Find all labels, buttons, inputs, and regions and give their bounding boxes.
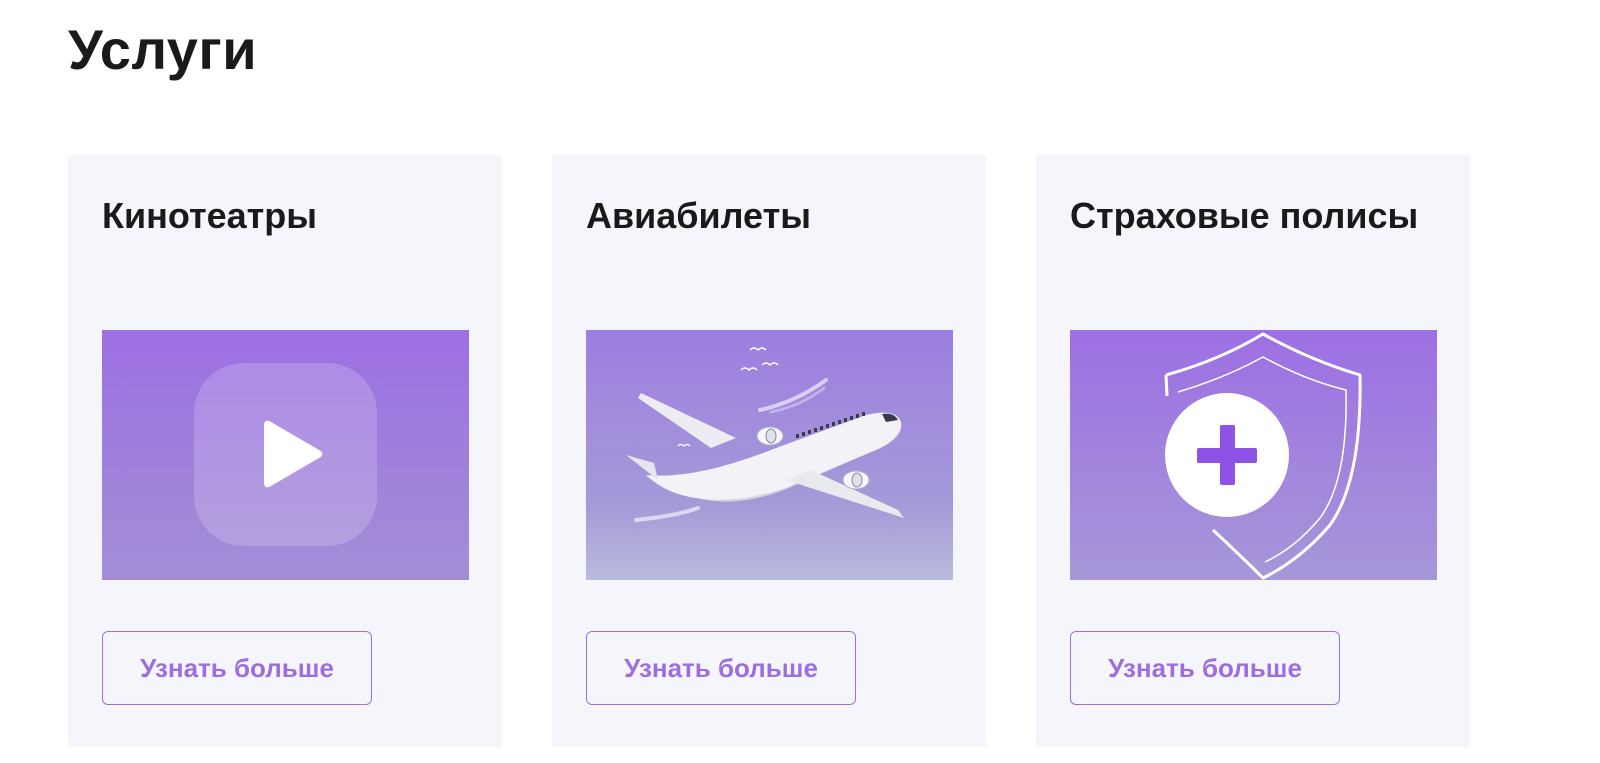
play-icon [102, 330, 469, 580]
shield-plus-icon [1070, 330, 1437, 580]
card-title: Авиабилеты [586, 195, 811, 236]
card-title: Кинотеатры [102, 195, 317, 236]
service-card-insurance: Страховые полисы Узнать больше [1036, 155, 1470, 747]
learn-more-button[interactable]: Узнать больше [1070, 631, 1340, 705]
airplane-icon [586, 330, 953, 580]
service-card-air-tickets: Авиабилеты Узнать больше [552, 155, 986, 747]
service-card-cinemas: Кинотеатры Узнать больше [68, 155, 502, 747]
services-section: Услуги Кинотеатры Узнать больше Авиабиле… [0, 0, 1600, 763]
learn-more-button[interactable]: Узнать больше [586, 631, 856, 705]
card-title: Страховые полисы [1070, 195, 1419, 236]
learn-more-button[interactable]: Узнать больше [102, 631, 372, 705]
section-title: Услуги [68, 18, 258, 81]
